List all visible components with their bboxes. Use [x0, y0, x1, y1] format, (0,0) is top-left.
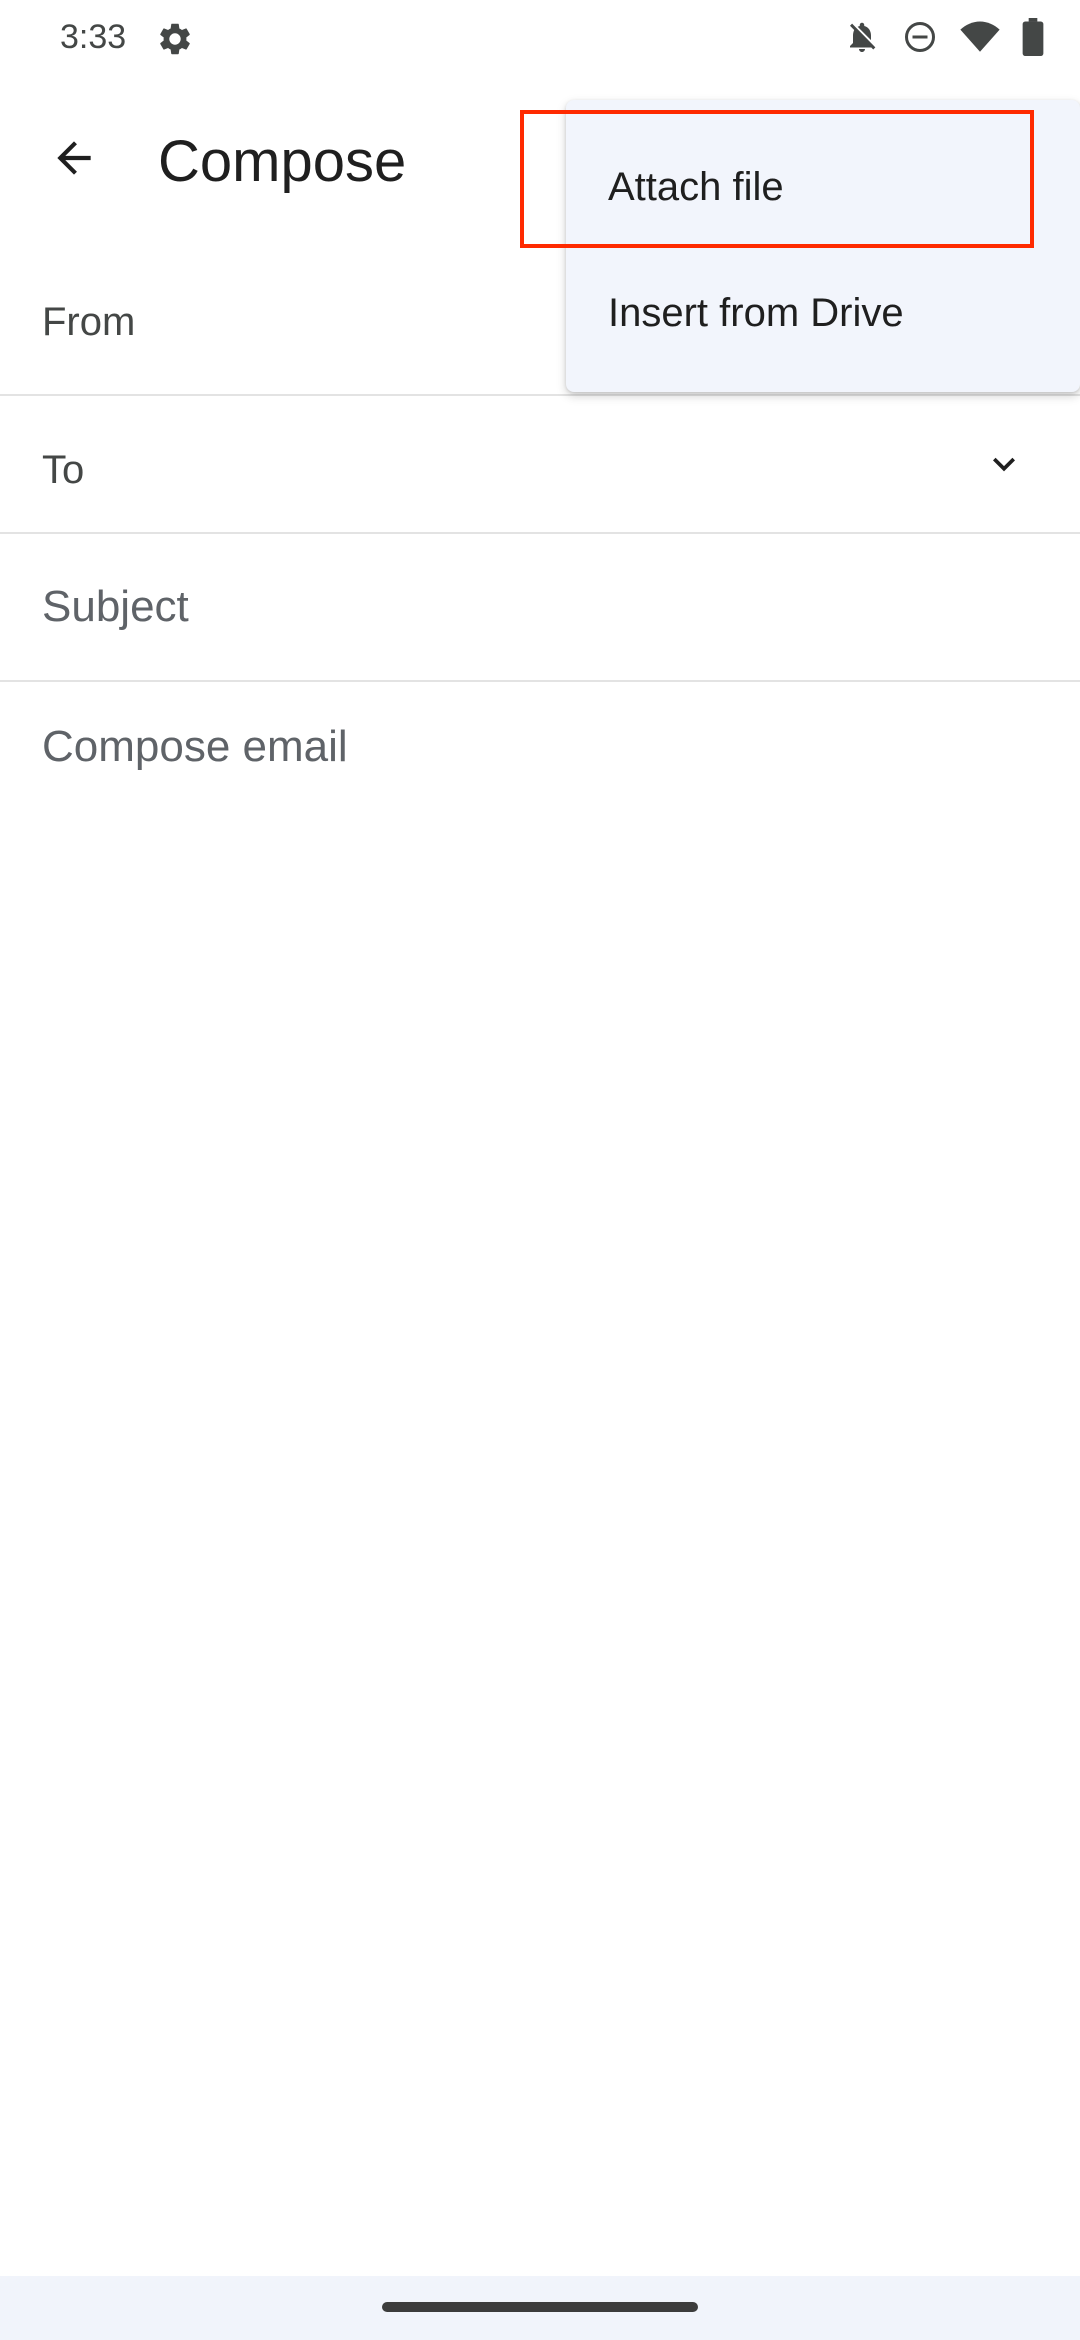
to-field[interactable]: To — [0, 396, 1080, 532]
gesture-handle[interactable] — [382, 2302, 698, 2312]
from-label: From — [42, 300, 136, 344]
status-bar: 3:33 — [0, 0, 1080, 82]
menu-item-label: Attach file — [608, 164, 784, 209]
do-not-disturb-icon — [902, 19, 938, 55]
to-expand-button[interactable] — [976, 438, 1032, 494]
to-label: To — [42, 448, 85, 492]
subject-input[interactable] — [42, 582, 1022, 632]
menu-item-label: Insert from Drive — [608, 290, 904, 335]
wifi-icon — [960, 19, 1000, 55]
menu-item-attach-file[interactable]: Attach file — [566, 124, 1080, 250]
chevron-down-icon — [982, 442, 1026, 491]
menu-item-insert-from-drive[interactable]: Insert from Drive — [566, 250, 1080, 376]
back-button[interactable] — [30, 116, 118, 204]
subject-field — [0, 534, 1080, 680]
body-field — [0, 682, 1080, 2262]
compose-email-input[interactable] — [42, 722, 1032, 1722]
arrow-back-icon — [49, 133, 99, 188]
navigation-bar — [0, 2276, 1080, 2340]
status-time: 3:33 — [60, 18, 127, 56]
gear-icon — [156, 20, 194, 58]
notifications-off-icon — [844, 19, 880, 55]
compose-screen: 3:33 Compose From To Subject Compose ema… — [0, 0, 1080, 2340]
page-title: Compose — [158, 129, 407, 194]
status-icons — [844, 18, 1044, 56]
attach-menu: Attach file Insert from Drive — [566, 100, 1080, 392]
battery-icon — [1022, 18, 1044, 56]
